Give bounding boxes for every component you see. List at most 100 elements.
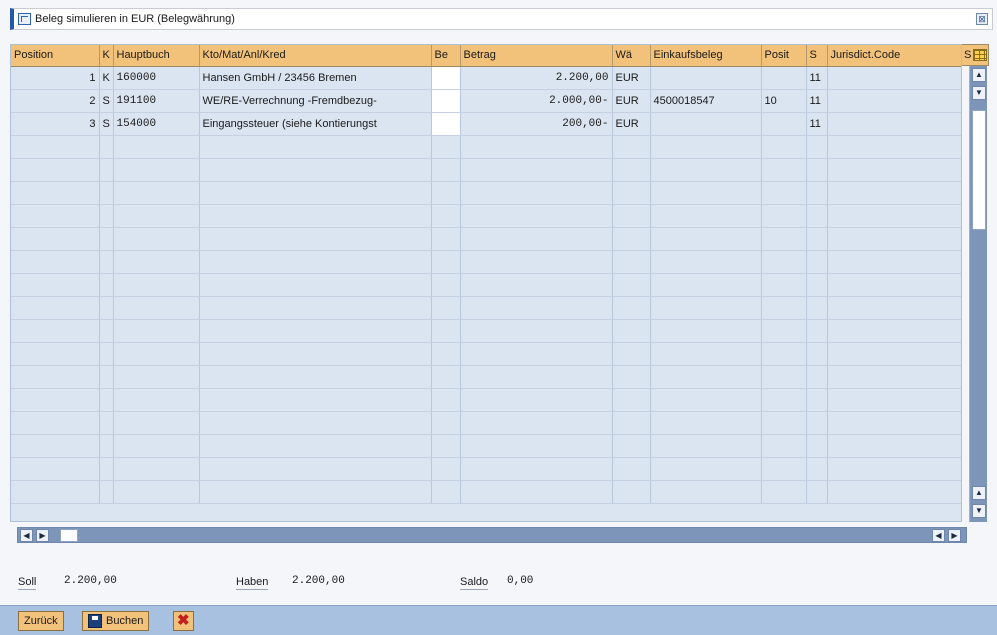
empty-cell bbox=[113, 204, 200, 228]
cell-be[interactable] bbox=[431, 89, 461, 113]
vertical-scroll-thumb[interactable] bbox=[972, 110, 986, 230]
empty-cell bbox=[650, 457, 762, 481]
saldo-label: Saldo bbox=[460, 576, 489, 590]
cell-position: 1 bbox=[11, 66, 100, 90]
col-header-k[interactable]: K bbox=[99, 45, 114, 67]
back-button-label: Zurück bbox=[24, 615, 58, 627]
empty-cell bbox=[761, 135, 807, 159]
col-header-s-extra[interactable]: S bbox=[962, 44, 989, 66]
empty-cell bbox=[99, 227, 114, 251]
empty-cell bbox=[431, 135, 461, 159]
empty-cell bbox=[113, 434, 200, 458]
empty-cell bbox=[113, 480, 200, 504]
empty-row bbox=[11, 181, 961, 205]
empty-cell bbox=[460, 457, 613, 481]
empty-cell bbox=[199, 204, 432, 228]
empty-cell bbox=[113, 319, 200, 343]
empty-cell bbox=[11, 365, 100, 389]
horizontal-scrollbar[interactable]: ◀ ▶ ◀ ▶ bbox=[17, 527, 967, 543]
scroll-right-icon[interactable]: ▶ bbox=[36, 529, 49, 542]
col-header-posit[interactable]: Posit bbox=[761, 45, 807, 67]
empty-cell bbox=[650, 342, 762, 366]
col-header-jurisdict-code[interactable]: Jurisdict.Code bbox=[827, 45, 961, 67]
scroll-page-down-icon[interactable]: ▼ bbox=[972, 504, 986, 518]
empty-cell bbox=[761, 158, 807, 182]
empty-cell bbox=[650, 434, 762, 458]
cell-be[interactable] bbox=[431, 66, 461, 90]
col-header-position[interactable]: Position bbox=[11, 45, 100, 67]
table-row[interactable]: 1 K 160000 Hansen GmbH / 23456 Bremen 2.… bbox=[11, 66, 961, 90]
empty-cell bbox=[650, 227, 762, 251]
empty-cell bbox=[113, 365, 200, 389]
scroll-left-icon[interactable]: ◀ bbox=[20, 529, 33, 542]
empty-cell bbox=[431, 434, 461, 458]
empty-cell bbox=[827, 273, 961, 297]
post-button[interactable]: Buchen bbox=[82, 611, 150, 631]
empty-cell bbox=[612, 388, 651, 412]
empty-row bbox=[11, 250, 961, 274]
empty-cell bbox=[827, 411, 961, 435]
col-header-betrag[interactable]: Betrag bbox=[460, 45, 613, 67]
empty-cell bbox=[113, 273, 200, 297]
empty-cell bbox=[761, 227, 807, 251]
empty-cell bbox=[431, 273, 461, 297]
cell-be[interactable] bbox=[431, 112, 461, 136]
col-header-s[interactable]: S bbox=[806, 45, 828, 67]
scroll-down-icon[interactable]: ▼ bbox=[972, 86, 986, 100]
empty-cell bbox=[612, 158, 651, 182]
empty-cell bbox=[806, 250, 828, 274]
col-header-be[interactable]: Be bbox=[431, 45, 461, 67]
cancel-button[interactable]: ✖ bbox=[173, 611, 194, 631]
empty-cell bbox=[612, 181, 651, 205]
table-settings-icon[interactable] bbox=[973, 49, 988, 61]
empty-cell bbox=[11, 342, 100, 366]
col-header-waehrung[interactable]: Wä bbox=[612, 45, 651, 67]
window-titlebar: Beleg simulieren in EUR (Belegwährung) ⊠ bbox=[10, 8, 993, 30]
empty-cell bbox=[612, 365, 651, 389]
empty-cell bbox=[612, 250, 651, 274]
empty-cell bbox=[612, 411, 651, 435]
empty-cell bbox=[460, 158, 613, 182]
empty-cell bbox=[113, 135, 200, 159]
empty-cell bbox=[761, 250, 807, 274]
empty-cell bbox=[460, 227, 613, 251]
col-header-hauptbuch[interactable]: Hauptbuch bbox=[113, 45, 200, 67]
haben-label: Haben bbox=[236, 576, 269, 590]
empty-cell bbox=[612, 296, 651, 320]
totals-row: Soll 2.200,00 Haben 2.200,00 Saldo 0,00 bbox=[18, 572, 918, 592]
table-row[interactable]: 2 S 191100 WE/RE-Verrechnung -Fremdbezug… bbox=[11, 89, 961, 113]
empty-cell bbox=[431, 319, 461, 343]
empty-cell bbox=[806, 135, 828, 159]
empty-cell bbox=[612, 273, 651, 297]
empty-cell bbox=[806, 434, 828, 458]
empty-row bbox=[11, 411, 961, 435]
empty-cell bbox=[827, 204, 961, 228]
empty-cell bbox=[99, 250, 114, 274]
close-icon[interactable]: ⊠ bbox=[976, 13, 988, 25]
scroll-page-up-icon[interactable]: ▲ bbox=[972, 486, 986, 500]
col-header-kto[interactable]: Kto/Mat/Anl/Kred bbox=[199, 45, 432, 67]
vertical-scrollbar[interactable]: ▲ ▼ ▲ ▼ bbox=[969, 66, 987, 522]
col-header-einkaufsbeleg[interactable]: Einkaufsbeleg bbox=[650, 45, 762, 67]
cell-jurisdict-code bbox=[827, 89, 961, 113]
table-row[interactable]: 3 S 154000 Eingangssteuer (siehe Kontier… bbox=[11, 112, 961, 136]
empty-cell bbox=[460, 319, 613, 343]
scroll-page-left-icon[interactable]: ◀ bbox=[932, 529, 945, 542]
cell-hauptbuch: 154000 bbox=[113, 112, 200, 136]
empty-cell bbox=[113, 158, 200, 182]
empty-row bbox=[11, 204, 961, 228]
empty-cell bbox=[827, 342, 961, 366]
scroll-up-icon[interactable]: ▲ bbox=[972, 68, 986, 82]
horizontal-scroll-thumb[interactable] bbox=[60, 529, 78, 542]
empty-cell bbox=[806, 319, 828, 343]
post-button-label: Buchen bbox=[106, 615, 144, 627]
back-button[interactable]: Zurück bbox=[18, 611, 64, 631]
cell-einkaufsbeleg bbox=[650, 66, 762, 90]
empty-cell bbox=[460, 365, 613, 389]
empty-cell bbox=[199, 434, 432, 458]
scroll-page-right-icon[interactable]: ▶ bbox=[948, 529, 961, 542]
empty-cell bbox=[761, 457, 807, 481]
empty-cell bbox=[827, 250, 961, 274]
empty-cell bbox=[113, 227, 200, 251]
empty-cell bbox=[431, 296, 461, 320]
